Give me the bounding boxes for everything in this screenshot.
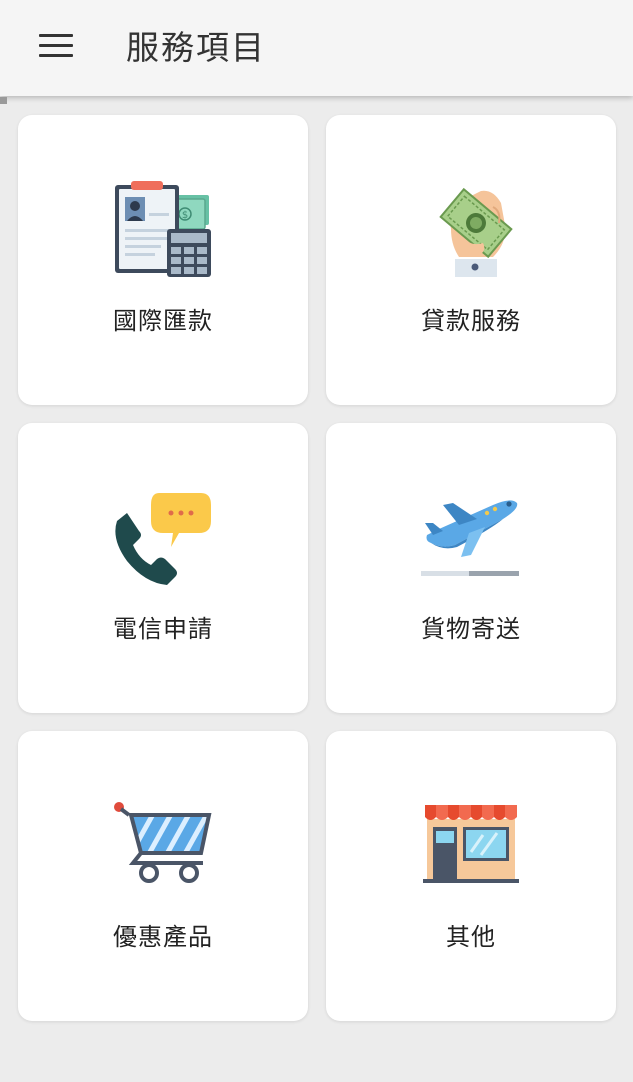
storefront-icon bbox=[423, 805, 519, 883]
shopping-cart-icon bbox=[114, 802, 212, 883]
service-label: 電信申請 bbox=[113, 615, 213, 643]
service-label: 國際匯款 bbox=[113, 307, 213, 335]
service-card-cargo[interactable]: 貨物寄送 bbox=[326, 423, 616, 713]
services-grid: $ 國際匯款 貸款服務 電信申請 貨物寄送 優惠產品 其他 bbox=[0, 0, 633, 1082]
service-label: 其他 bbox=[446, 923, 496, 951]
service-card-other[interactable]: 其他 bbox=[326, 731, 616, 1021]
service-card-telecom[interactable]: 電信申請 bbox=[18, 423, 308, 713]
page-title: 服務項目 bbox=[126, 28, 266, 67]
phone-chat-bubble-icon bbox=[115, 493, 211, 585]
airplane-takeoff-icon bbox=[421, 500, 519, 576]
service-card-remittance[interactable]: $ 國際匯款 bbox=[18, 115, 308, 405]
hand-holding-cash-icon bbox=[439, 187, 513, 277]
service-label: 優惠產品 bbox=[113, 923, 213, 951]
service-label: 貨物寄送 bbox=[421, 615, 521, 643]
remittance-document-calculator-icon: $ bbox=[115, 181, 211, 277]
service-card-loan[interactable]: 貸款服務 bbox=[326, 115, 616, 405]
scroll-indicator bbox=[0, 97, 7, 104]
app-bar: 服務項目 bbox=[0, 0, 633, 96]
svg-text:$: $ bbox=[182, 210, 188, 221]
service-label: 貸款服務 bbox=[421, 307, 521, 335]
hamburger-menu-icon[interactable] bbox=[30, 22, 82, 70]
service-card-discount[interactable]: 優惠產品 bbox=[18, 731, 308, 1021]
